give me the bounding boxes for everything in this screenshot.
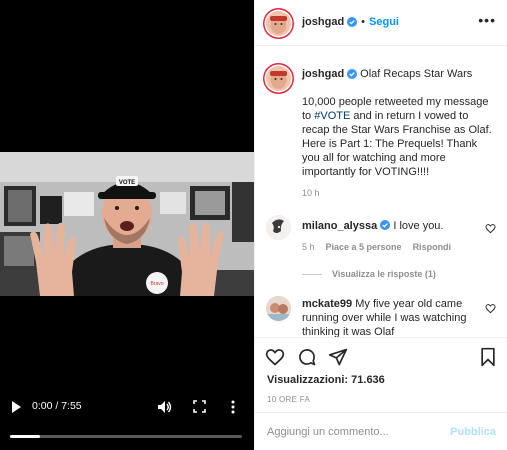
video-frame[interactable]: Bravo VOTE <box>0 152 254 296</box>
caption-username[interactable]: joshgad <box>302 68 344 80</box>
video-time: 0:00 / 7:55 <box>32 400 82 412</box>
comment-like-icon[interactable] <box>485 223 496 234</box>
comment-input[interactable] <box>267 422 447 442</box>
comment-text: milano_alyssa I love you. <box>302 219 472 233</box>
comment-avatar[interactable] <box>266 215 291 240</box>
volume-icon[interactable] <box>156 399 172 415</box>
comment-username[interactable]: mckate99 <box>302 298 352 310</box>
avatar-image <box>266 296 291 321</box>
like-heart-icon[interactable] <box>265 347 285 367</box>
caption-timestamp[interactable]: 10 h <box>302 188 320 198</box>
fullscreen-icon[interactable] <box>193 400 206 413</box>
comment-username[interactable]: milano_alyssa <box>302 220 377 232</box>
avatar-image <box>266 215 291 240</box>
caption-avatar[interactable] <box>266 66 291 91</box>
header-user: joshgad • Segui <box>302 16 399 28</box>
verified-badge-icon <box>347 69 358 79</box>
comments-scroll-area[interactable]: joshgad Olaf Recaps Star Wars 10,000 peo… <box>255 47 507 337</box>
bookmark-icon[interactable] <box>478 347 498 367</box>
comment-likes[interactable]: Piace a 5 persone <box>326 242 402 252</box>
shirt-logo-text: Bravo <box>150 281 163 287</box>
comment-body: I love you. <box>393 220 444 232</box>
play-icon[interactable] <box>9 400 23 414</box>
video-controls: 0:00 / 7:55 <box>0 390 254 450</box>
video-player[interactable]: Bravo VOTE 0:00 / 7:55 <box>0 0 254 450</box>
caption-title: Olaf Recaps Star Wars <box>360 68 473 80</box>
comment-text: mckate99 My five year old came running o… <box>302 297 472 337</box>
post-panel: joshgad • Segui ••• joshgad Olaf Recaps … <box>254 0 507 450</box>
comment-avatar[interactable] <box>266 296 291 321</box>
post-header: joshgad • Segui ••• <box>255 0 507 46</box>
reply-button[interactable]: Rispondi <box>413 242 452 252</box>
avatar[interactable] <box>266 11 291 36</box>
follow-button[interactable]: Segui <box>369 16 399 28</box>
share-icon[interactable] <box>328 347 348 367</box>
video-progress-fill <box>10 435 41 438</box>
hashtag-link[interactable]: #VOTE <box>314 110 350 122</box>
avatar-image <box>266 66 291 91</box>
header-separator: • <box>361 16 366 28</box>
video-still-image: Bravo VOTE <box>0 152 254 296</box>
header-username[interactable]: joshgad <box>302 16 344 28</box>
publish-button[interactable]: Pubblica <box>450 426 496 438</box>
comment-bubble-icon[interactable] <box>297 347 317 367</box>
post-date[interactable]: 10 ORE FA <box>267 395 310 404</box>
more-horizontal-icon[interactable]: ••• <box>478 13 496 27</box>
verified-badge-icon <box>347 17 358 27</box>
comment-time[interactable]: 5 h <box>302 242 315 252</box>
comment-meta: 5 h Piace a 5 persone Rispondi <box>302 242 462 252</box>
verified-badge-icon <box>380 220 391 230</box>
avatar-image <box>266 11 291 36</box>
video-progress-bar[interactable] <box>10 435 242 438</box>
add-comment-bar: Pubblica <box>255 412 507 450</box>
comment-like-icon[interactable] <box>485 303 496 314</box>
replies-divider <box>302 274 322 276</box>
caption-header: joshgad Olaf Recaps Star Wars <box>302 68 472 80</box>
view-replies-button[interactable]: Visualizza le risposte (1) <box>302 269 436 279</box>
view-replies-label: Visualizza le risposte (1) <box>332 269 436 279</box>
post-actions <box>255 337 507 377</box>
caption-text: 10,000 people retweeted my message to #V… <box>302 95 497 179</box>
views-count[interactable]: Visualizzazioni: 71.636 <box>267 374 385 386</box>
more-vertical-icon[interactable] <box>229 399 237 415</box>
cap-logo-text: VOTE <box>119 180 135 186</box>
